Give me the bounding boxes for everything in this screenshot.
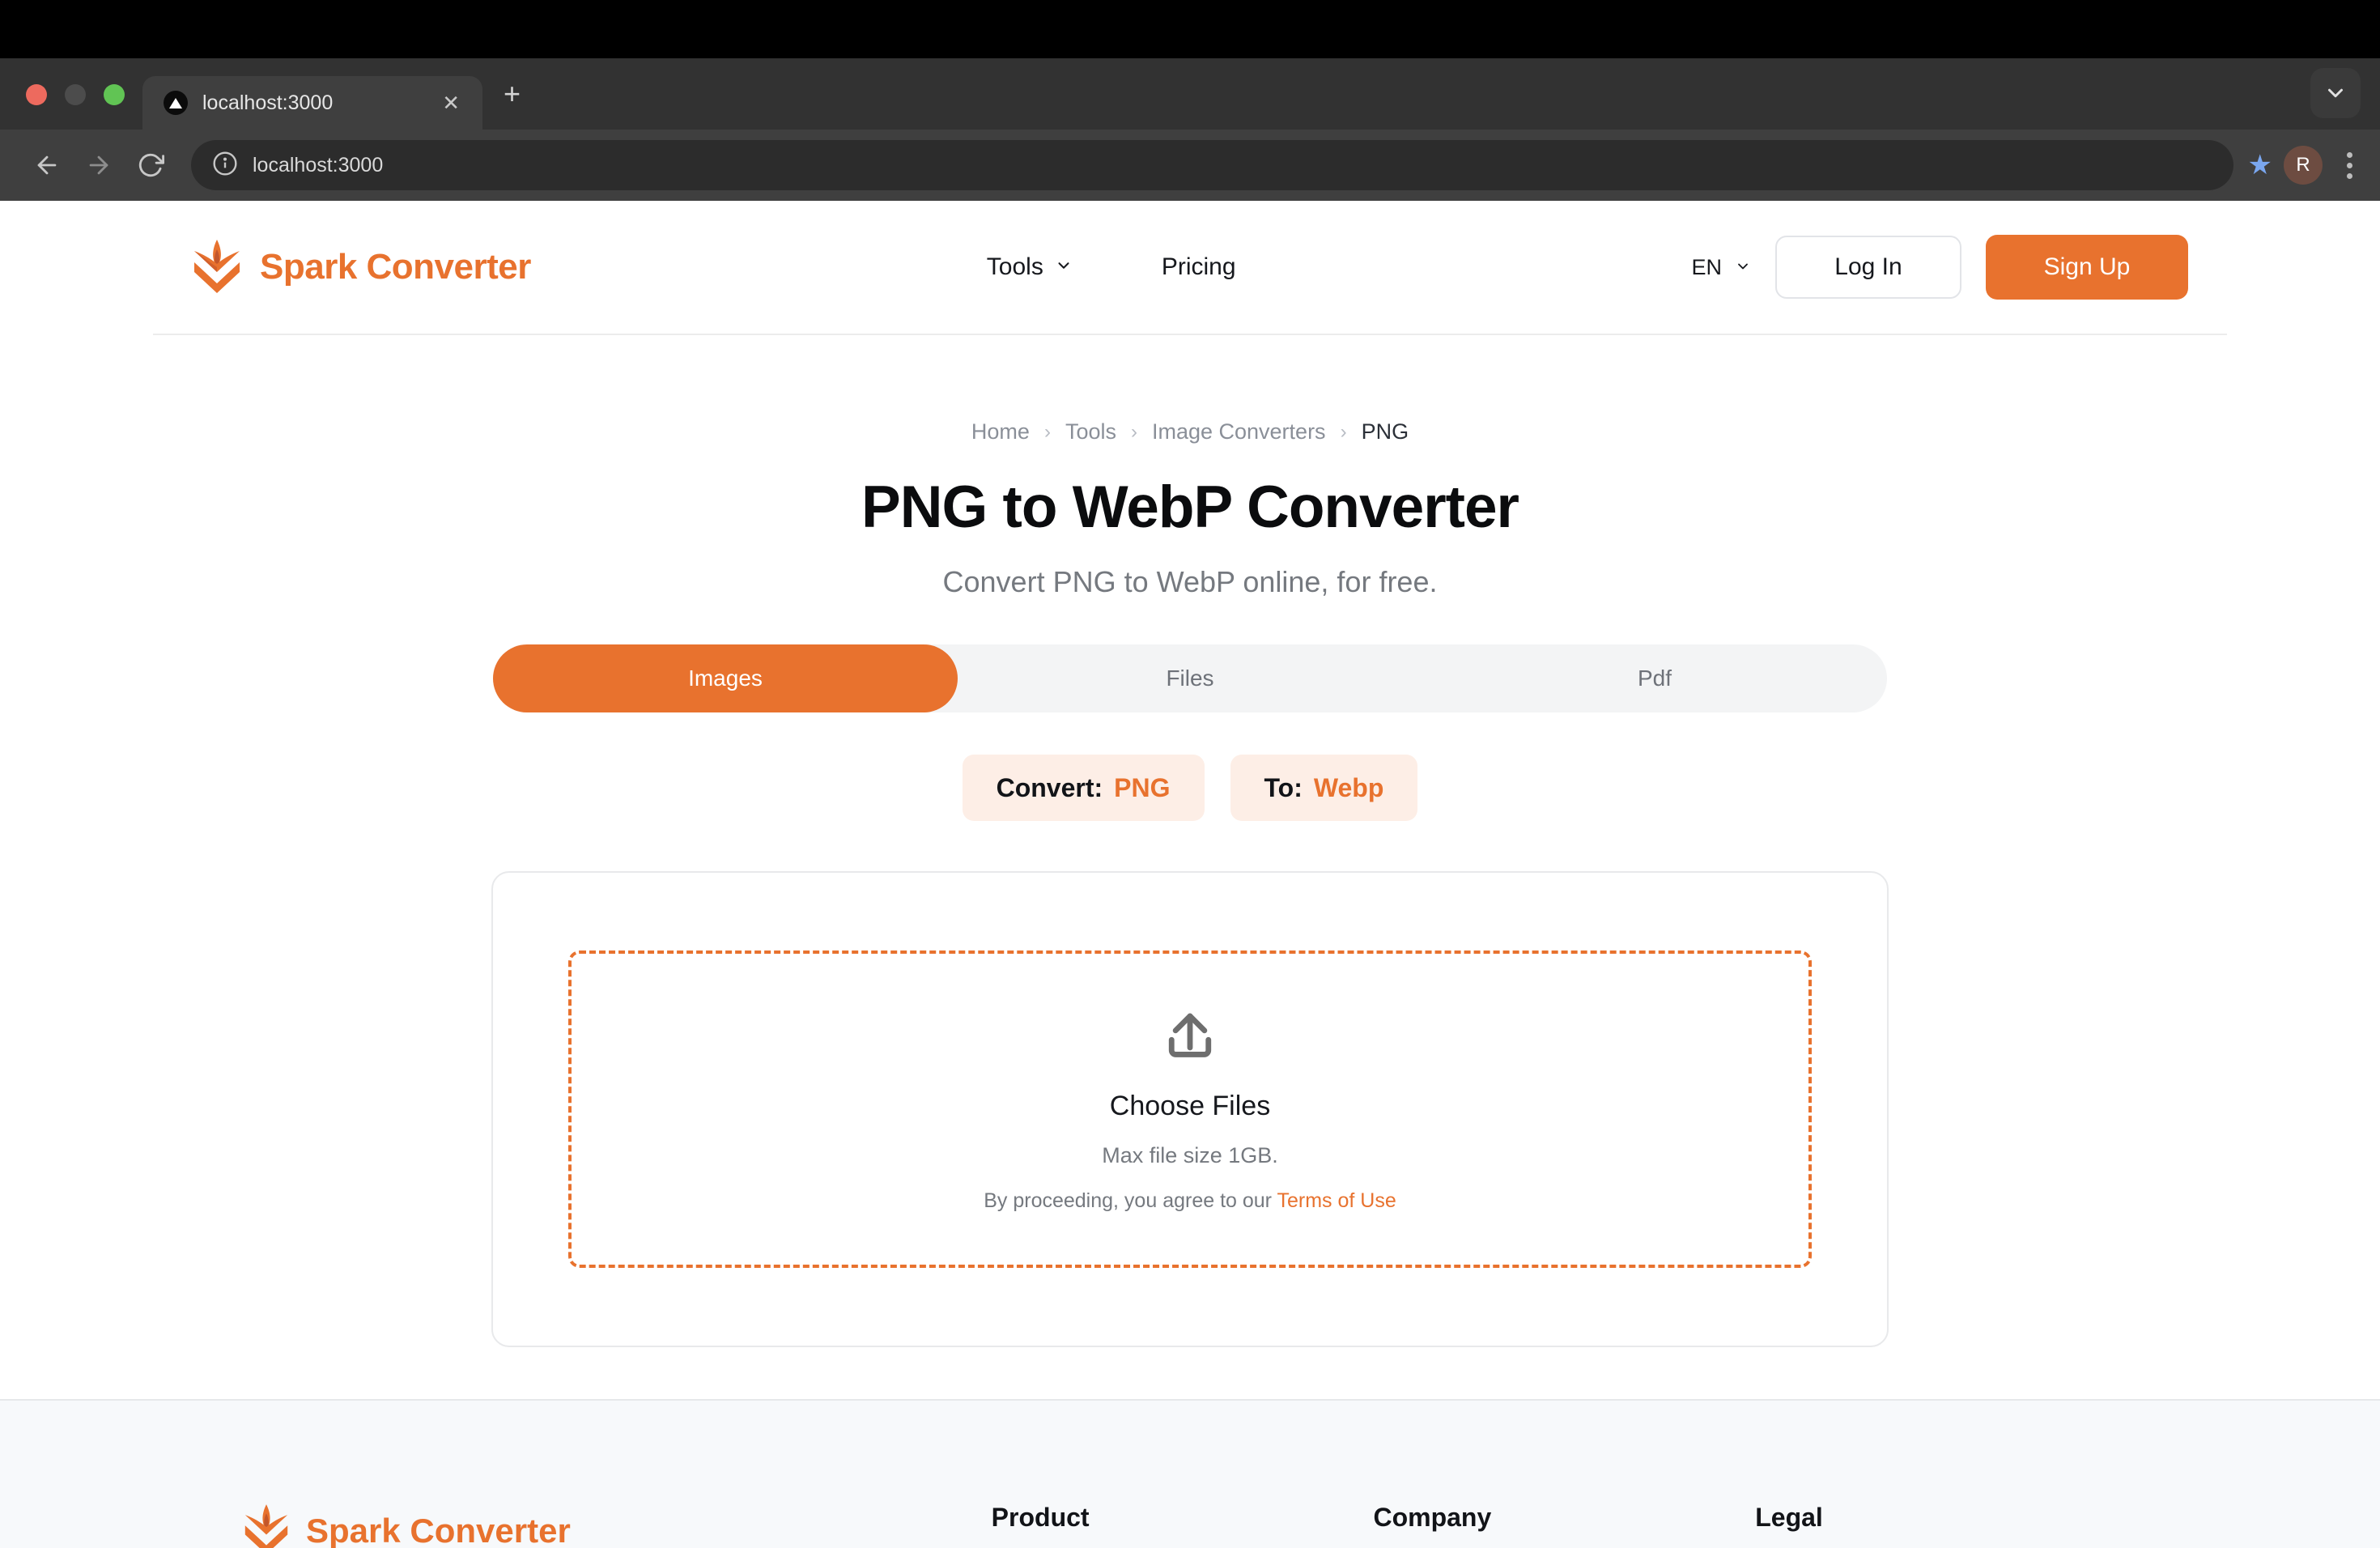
close-window-button[interactable] xyxy=(26,84,47,105)
main-content: Home › Tools › Image Converters › PNG PN… xyxy=(0,335,2380,1548)
reload-icon[interactable] xyxy=(125,139,176,191)
close-icon[interactable]: ✕ xyxy=(436,87,466,118)
nav-item-pricing-label: Pricing xyxy=(1161,253,1236,280)
tab-files[interactable]: Files xyxy=(958,644,1422,712)
browser-tabstrip: localhost:3000 ✕ + xyxy=(0,58,2380,130)
mode-tabs-wrapper: Images Files Pdf xyxy=(0,644,2380,712)
maximize-window-button[interactable] xyxy=(104,84,125,105)
star-icon[interactable]: ★ xyxy=(2248,151,2272,179)
browser-tab[interactable]: localhost:3000 ✕ xyxy=(142,76,482,130)
language-selector-label: EN xyxy=(1691,254,1722,279)
breadcrumb-item-image-converters[interactable]: Image Converters xyxy=(1152,419,1326,444)
convert-to-label: To: xyxy=(1264,772,1303,802)
forward-arrow-icon[interactable] xyxy=(73,139,125,191)
brand-logo-link[interactable]: Spark Converter xyxy=(192,238,531,297)
browser-window: localhost:3000 ✕ + localhost:3000 ★ R Sp… xyxy=(0,0,2380,1548)
address-bar-url: localhost:3000 xyxy=(253,153,384,176)
minimize-window-button[interactable] xyxy=(65,84,86,105)
signup-button[interactable]: Sign Up xyxy=(1986,235,2188,300)
breadcrumb-item-current: PNG xyxy=(1361,419,1409,444)
nav-item-tools[interactable]: Tools xyxy=(987,253,1073,281)
info-circle-icon[interactable] xyxy=(212,151,238,181)
terms-notice: By proceeding, you agree to our Terms of… xyxy=(984,1189,1396,1213)
format-pills: Convert: PNG To: Webp xyxy=(0,755,2380,821)
footer-column-legal: Legal xyxy=(1755,1503,2137,1533)
site-header: Spark Converter Tools Pricing EN Log In … xyxy=(153,201,2227,335)
nav-item-pricing[interactable]: Pricing xyxy=(1162,253,1236,281)
address-bar[interactable]: localhost:3000 xyxy=(191,140,2233,190)
window-title-strip xyxy=(0,0,2380,58)
upload-tray-icon xyxy=(1158,1006,1222,1073)
spark-flame-logo xyxy=(243,1503,290,1548)
three-dot-menu-icon[interactable] xyxy=(2340,146,2359,185)
footer-brand-name: Spark Converter xyxy=(306,1511,571,1548)
chevron-right-icon: › xyxy=(1130,420,1137,443)
new-tab-button[interactable]: + xyxy=(482,79,521,130)
footer-column-company: Company xyxy=(1373,1503,1755,1533)
convert-to-value: Webp xyxy=(1313,772,1384,802)
window-traffic-lights xyxy=(0,84,125,130)
page-viewport: Spark Converter Tools Pricing EN Log In … xyxy=(0,201,2380,1548)
browser-tab-title: localhost:3000 xyxy=(202,91,334,114)
login-button[interactable]: Log In xyxy=(1775,236,1961,299)
breadcrumb-item-tools[interactable]: Tools xyxy=(1065,419,1116,444)
upload-card: Choose Files Max file size 1GB. By proce… xyxy=(491,871,1889,1347)
chevron-down-icon xyxy=(1055,253,1073,281)
footer-column-company-heading: Company xyxy=(1373,1503,1492,1532)
chevron-right-icon: › xyxy=(1043,420,1051,443)
page-subtitle: Convert PNG to WebP online, for free. xyxy=(942,565,1438,598)
tab-pdf[interactable]: Pdf xyxy=(1422,644,1887,712)
page-title: PNG to WebP Converter xyxy=(861,474,1519,540)
footer-brand[interactable]: Spark Converter xyxy=(243,1503,992,1548)
browser-toolbar: localhost:3000 ★ R xyxy=(0,130,2380,201)
footer-column-legal-heading: Legal xyxy=(1755,1503,1823,1532)
primary-nav: Tools Pricing xyxy=(531,253,1692,281)
convert-from-label: Convert: xyxy=(996,772,1103,802)
header-actions: EN Log In Sign Up xyxy=(1691,235,2188,300)
chevron-right-icon: › xyxy=(1340,420,1347,443)
convert-from-value: PNG xyxy=(1114,772,1171,802)
language-selector[interactable]: EN xyxy=(1691,255,1751,280)
back-arrow-icon[interactable] xyxy=(21,139,73,191)
mode-tabs: Images Files Pdf xyxy=(493,644,1887,712)
choose-files-label: Choose Files xyxy=(1109,1091,1271,1121)
breadcrumb: Home › Tools › Image Converters › PNG xyxy=(0,419,2380,444)
breadcrumb-item-home[interactable]: Home xyxy=(971,419,1030,444)
chevron-down-icon[interactable] xyxy=(2310,68,2361,118)
convert-to-pill[interactable]: To: Webp xyxy=(1230,755,1418,821)
terms-of-use-link[interactable]: Terms of Use xyxy=(1277,1189,1396,1212)
footer-column-product: Product xyxy=(992,1503,1374,1533)
site-footer: Spark Converter Product Company Legal xyxy=(0,1399,2380,1548)
max-file-size-label: Max file size 1GB. xyxy=(1102,1143,1278,1167)
avatar[interactable]: R xyxy=(2284,146,2323,185)
upload-card-wrapper: Choose Files Max file size 1GB. By proce… xyxy=(0,871,2380,1347)
brand-name: Spark Converter xyxy=(260,247,531,287)
file-dropzone[interactable]: Choose Files Max file size 1GB. By proce… xyxy=(568,950,1812,1268)
nav-item-tools-label: Tools xyxy=(986,253,1043,280)
convert-from-pill[interactable]: Convert: PNG xyxy=(962,755,1205,821)
terms-notice-prefix: By proceeding, you agree to our xyxy=(984,1189,1277,1212)
footer-column-product-heading: Product xyxy=(991,1503,1090,1532)
tab-images[interactable]: Images xyxy=(493,644,958,712)
spark-flame-logo xyxy=(192,238,242,297)
triangle-icon xyxy=(164,91,188,115)
chevron-down-icon xyxy=(1735,255,1751,280)
